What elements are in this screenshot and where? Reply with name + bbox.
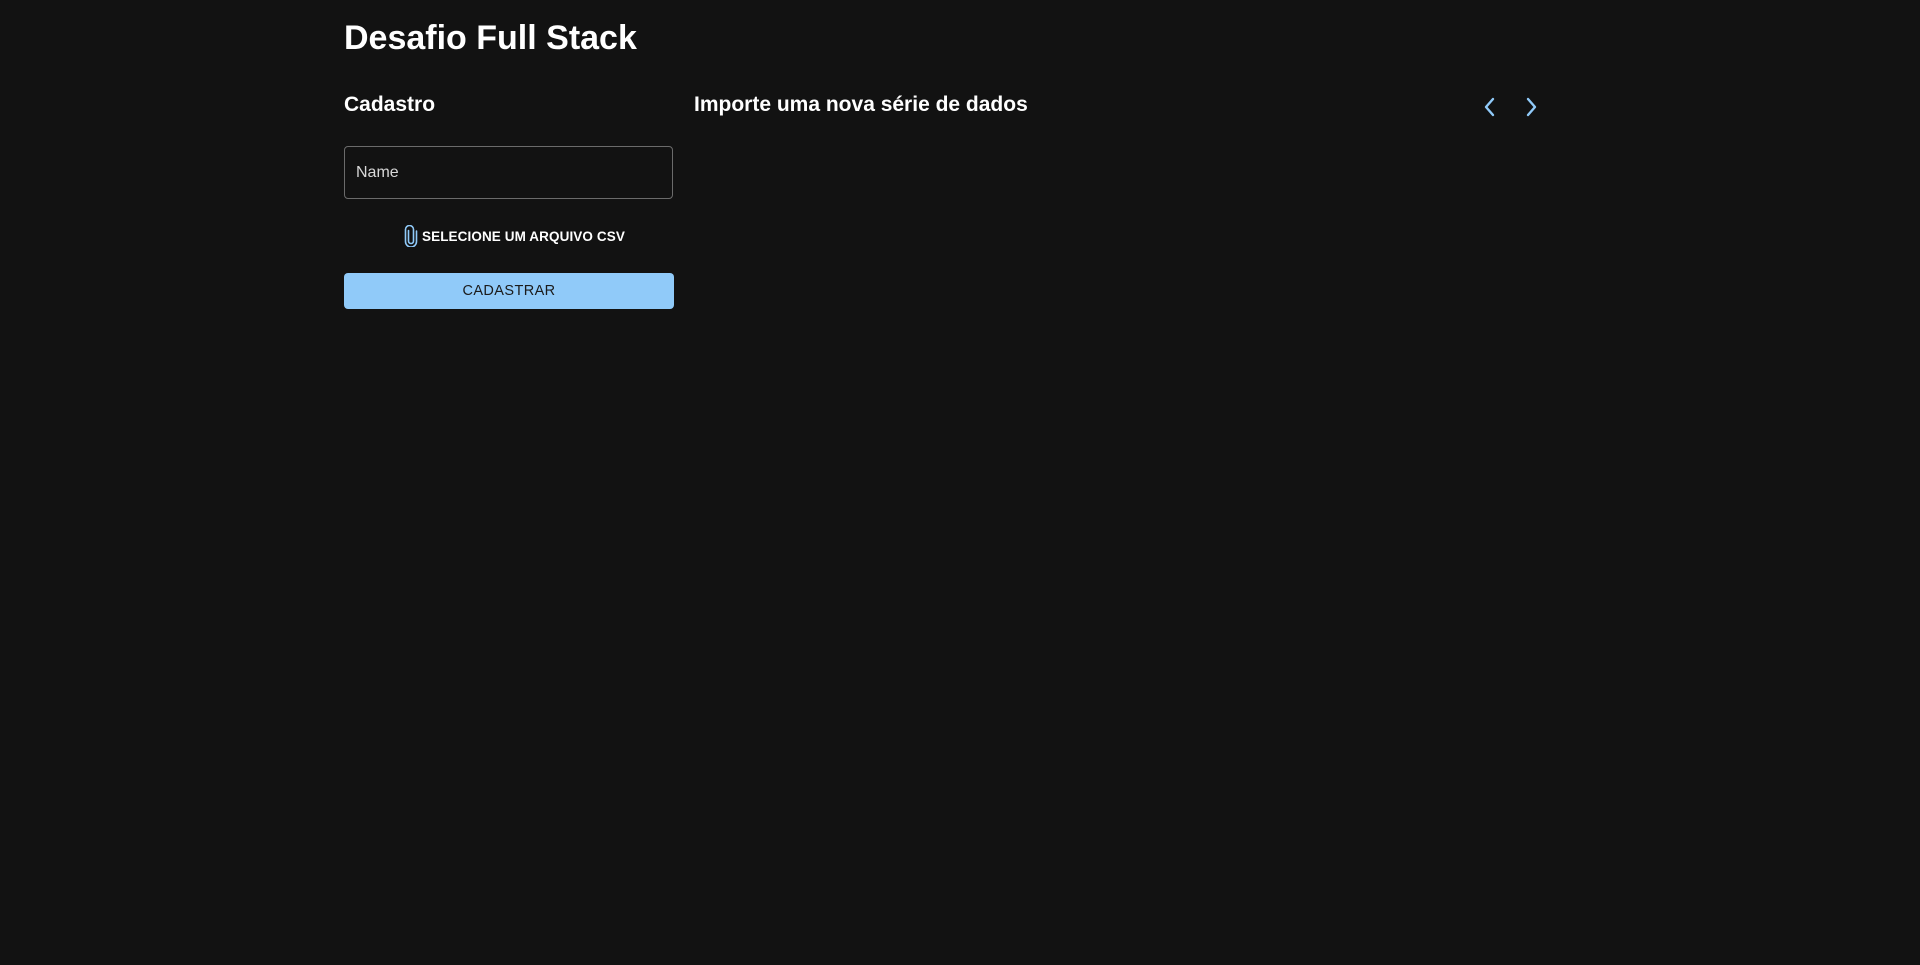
- app-root: Desafio Full Stack Cadastro SELECIONE UM…: [0, 0, 1920, 965]
- cadastro-title: Cadastro: [344, 93, 436, 116]
- name-input[interactable]: [344, 146, 673, 199]
- import-title: Importe uma nova série de dados: [694, 93, 1028, 116]
- previous-button[interactable]: [1476, 94, 1504, 122]
- next-button[interactable]: [1517, 94, 1545, 122]
- cadastrar-button[interactable]: CADASTRAR: [344, 273, 674, 309]
- select-csv-label: SELECIONE UM ARQUIVO CSV: [422, 228, 625, 244]
- select-csv-button[interactable]: SELECIONE UM ARQUIVO CSV: [400, 222, 629, 250]
- chevron-right-icon: [1523, 96, 1539, 121]
- page-title: Desafio Full Stack: [344, 19, 637, 57]
- chevron-left-icon: [1482, 96, 1498, 121]
- paperclip-icon: [404, 225, 418, 247]
